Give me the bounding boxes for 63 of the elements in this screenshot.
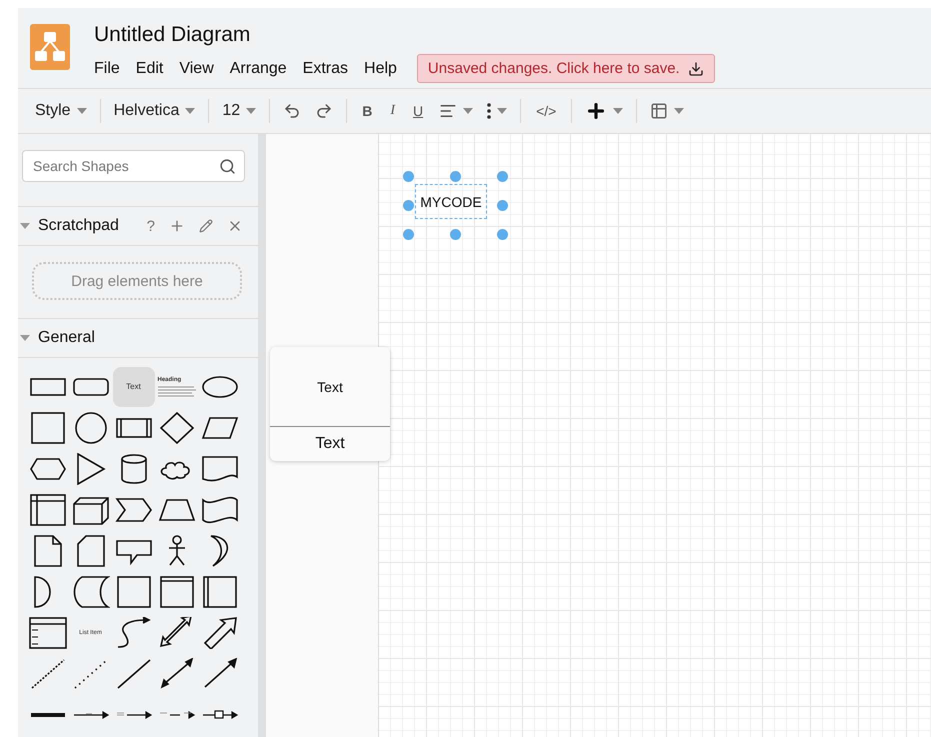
- table-icon: [650, 102, 668, 120]
- square-shape-icon[interactable]: [114, 576, 152, 608]
- caret-icon: [185, 107, 196, 115]
- bold-button[interactable]: B: [353, 96, 382, 126]
- caret-icon: [463, 107, 474, 115]
- resize-handle[interactable]: [403, 200, 414, 211]
- menu-item[interactable]: File: [94, 60, 128, 78]
- download-icon: [688, 60, 704, 76]
- code-button[interactable]: </>: [527, 96, 566, 126]
- menu-item[interactable]: Arrange: [222, 60, 295, 78]
- undo-icon: [283, 102, 302, 120]
- drop-zone: Drag elements here: [32, 262, 242, 300]
- more-icon: [487, 103, 492, 119]
- storage-shape-icon[interactable]: [72, 576, 110, 608]
- help-button[interactable]: ?: [144, 218, 158, 234]
- dashed-shape-icon[interactable]: [28, 658, 66, 690]
- menu-item[interactable]: View: [171, 60, 222, 78]
- search-icon: [219, 158, 236, 174]
- section-title: General: [38, 329, 96, 347]
- font-dropdown[interactable]: 12: [215, 96, 264, 126]
- save-notice-button[interactable]: Unsaved changes. Click here to save.: [416, 54, 715, 83]
- italic-button[interactable]: I: [381, 96, 404, 126]
- pencil-icon: [199, 219, 213, 233]
- container-shape-icon[interactable]: [158, 576, 196, 608]
- caret-icon: [246, 107, 256, 115]
- text-shape[interactable]: Text: [112, 366, 154, 406]
- section-title: Scratchpad: [38, 217, 120, 235]
- font-dropdown[interactable]: Helvetica: [106, 96, 202, 126]
- app-logo-icon: [30, 24, 70, 70]
- caret-icon: [497, 107, 508, 115]
- resize-handle[interactable]: [450, 229, 461, 240]
- scrollbar[interactable]: [258, 134, 266, 737]
- collapse-caret-icon[interactable]: [20, 334, 30, 342]
- align-icon: [439, 102, 458, 120]
- resize-handle[interactable]: [497, 229, 508, 240]
- search-box[interactable]: Search Shapes: [22, 150, 245, 182]
- search-field[interactable]: Search Shapes: [31, 157, 219, 175]
- collapse-caret-icon[interactable]: [20, 222, 30, 230]
- window-title: Untitled Diagram: [94, 24, 252, 46]
- square-shape-icon[interactable]: [28, 412, 66, 444]
- plus-icon: [169, 218, 185, 234]
- menu-item[interactable]: Extras: [294, 60, 356, 78]
- preview-text: Text: [314, 434, 346, 454]
- diagram-canvas[interactable]: MYCODE: [379, 134, 931, 737]
- caret-icon: [76, 107, 87, 115]
- preview-text: Text: [270, 347, 390, 427]
- menu-item[interactable]: Help: [356, 60, 405, 78]
- list-shape-icon[interactable]: [28, 616, 66, 648]
- caret-icon: [674, 107, 684, 115]
- line-shape-icon[interactable]: [114, 658, 152, 690]
- resize-handle[interactable]: [403, 171, 414, 182]
- resize-handle[interactable]: [403, 229, 414, 240]
- diamond-shape-icon[interactable]: [158, 412, 196, 444]
- internal-shape-icon[interactable]: [28, 494, 66, 526]
- resize-handle[interactable]: [497, 200, 508, 211]
- font-dropdown[interactable]: Style: [28, 96, 94, 126]
- menu-item[interactable]: Edit: [128, 60, 172, 78]
- redo-icon: [315, 102, 334, 120]
- caret-icon: [613, 107, 624, 115]
- resize-handle[interactable]: [450, 171, 461, 182]
- vcontainer-shape-icon[interactable]: [200, 576, 238, 608]
- resize-handle[interactable]: [497, 171, 508, 182]
- underline-button[interactable]: U: [404, 96, 432, 126]
